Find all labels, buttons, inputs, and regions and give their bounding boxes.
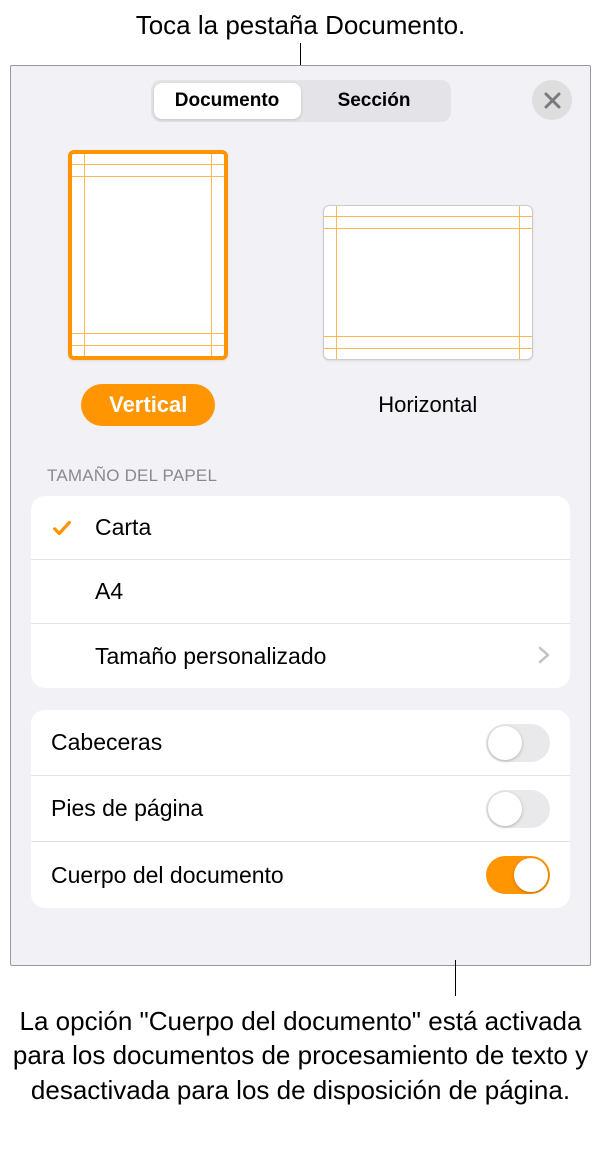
- footers-switch[interactable]: [486, 790, 550, 828]
- chevron-right-icon: [538, 643, 550, 670]
- check-icon: [51, 517, 73, 539]
- close-icon: [544, 92, 561, 109]
- panel-header: Documento Sección: [11, 66, 590, 136]
- toggle-group: Cabeceras Pies de página Cuerpo del docu…: [31, 710, 570, 908]
- paper-size-custom[interactable]: Tamaño personalizado: [31, 624, 570, 688]
- vertical-label: Vertical: [81, 384, 215, 426]
- close-button[interactable]: [532, 80, 572, 120]
- tab-documento[interactable]: Documento: [154, 83, 301, 119]
- callout-line: [300, 43, 301, 65]
- orientation-horizontal[interactable]: Horizontal: [323, 205, 533, 426]
- orientation-vertical[interactable]: Vertical: [68, 150, 228, 426]
- landscape-preview: [323, 205, 533, 360]
- paper-size-label: Tamaño personalizado: [95, 643, 326, 670]
- toggle-row-footers: Pies de página: [31, 776, 570, 842]
- horizontal-label: Horizontal: [350, 384, 505, 426]
- document-body-switch[interactable]: [486, 856, 550, 894]
- portrait-preview: [68, 150, 228, 360]
- orientation-row: Vertical Horizontal: [11, 136, 590, 436]
- paper-size-list: Carta A4 Tamaño personalizado: [31, 496, 570, 688]
- callout-bottom-text: La opción "Cuerpo del documento" está ac…: [0, 996, 601, 1107]
- callout-line: [455, 960, 456, 996]
- document-options-panel: Documento Sección Vertical: [10, 65, 591, 966]
- callout-top-text: Toca la pestaña Documento.: [0, 0, 601, 43]
- paper-size-header: TAMAÑO DEL PAPEL: [11, 436, 590, 496]
- paper-size-label: Carta: [95, 514, 151, 541]
- paper-size-a4[interactable]: A4: [31, 560, 570, 624]
- toggle-label: Cabeceras: [51, 729, 162, 756]
- tab-seccion[interactable]: Sección: [301, 83, 448, 119]
- toggle-label: Cuerpo del documento: [51, 862, 284, 889]
- toggle-label: Pies de página: [51, 795, 203, 822]
- toggle-row-body: Cuerpo del documento: [31, 842, 570, 908]
- headers-switch[interactable]: [486, 724, 550, 762]
- paper-size-label: A4: [95, 578, 123, 605]
- tab-segmented-control: Documento Sección: [151, 80, 451, 122]
- toggle-row-headers: Cabeceras: [31, 710, 570, 776]
- paper-size-letter[interactable]: Carta: [31, 496, 570, 560]
